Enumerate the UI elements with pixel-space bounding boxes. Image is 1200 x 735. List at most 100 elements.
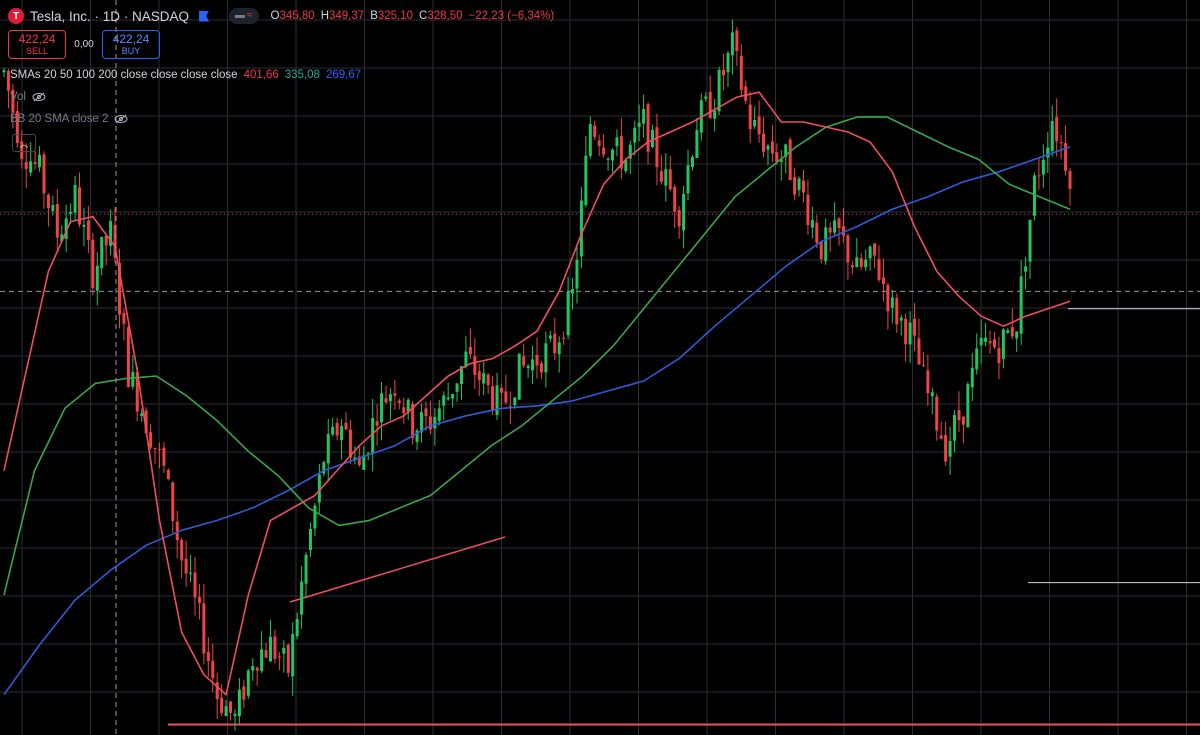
candle-body xyxy=(82,224,86,227)
candle-body xyxy=(984,337,988,342)
candle-body xyxy=(575,259,579,289)
candle-body xyxy=(384,398,388,403)
candle-body xyxy=(255,667,259,671)
candle-body xyxy=(677,209,681,227)
hidden-eye-icon[interactable] xyxy=(114,114,128,124)
candle-body xyxy=(206,651,210,662)
symbol-title[interactable]: Tesla, Inc. · 1D · NASDAQ xyxy=(30,9,189,24)
candle-body xyxy=(726,53,730,73)
candle-body xyxy=(1006,330,1010,333)
legend-header: T Tesla, Inc. · 1D · NASDAQ ▬ ≈ O345,80 H… xyxy=(8,5,554,27)
candle-body xyxy=(189,572,193,574)
candle-body xyxy=(233,714,237,716)
candle-body xyxy=(553,333,557,354)
sma-indicator-legend[interactable]: SMAs 20 50 100 200 close close close clo… xyxy=(10,69,361,81)
candle-body xyxy=(859,258,863,267)
candle-body xyxy=(970,367,974,388)
candle-body xyxy=(579,200,583,257)
candle-body xyxy=(269,636,272,662)
candle-body xyxy=(899,317,903,321)
candle-body xyxy=(246,670,250,696)
flag-icon[interactable] xyxy=(199,10,210,22)
candle-body xyxy=(602,147,606,155)
candle-body xyxy=(766,145,770,150)
candle-body xyxy=(51,205,55,211)
candle-body xyxy=(770,141,774,154)
candle-body xyxy=(282,647,286,654)
candle-body xyxy=(295,618,299,637)
candle-body xyxy=(86,220,90,241)
candle-body xyxy=(331,426,335,435)
candle-body xyxy=(966,383,970,428)
candle-body xyxy=(193,572,197,598)
candle-body xyxy=(153,447,157,449)
chart-mode-toggle[interactable]: ▬ ≈ xyxy=(229,8,259,24)
candle-body xyxy=(730,32,734,56)
sma20-value: 401,66 xyxy=(243,69,279,81)
sma100-line xyxy=(3,146,1071,696)
candle-body xyxy=(428,416,432,430)
candle-body xyxy=(344,422,348,430)
candle-body xyxy=(1055,117,1059,142)
candle-body xyxy=(659,171,663,182)
candle-body xyxy=(251,666,255,671)
candle-body xyxy=(744,86,748,101)
chevron-up-icon: ︿ xyxy=(19,138,29,149)
candle-body xyxy=(708,91,712,118)
candle-body xyxy=(650,130,654,147)
candle-body xyxy=(921,364,925,366)
candle-body xyxy=(646,104,650,152)
candle-body xyxy=(242,686,246,700)
candle-body xyxy=(29,161,33,173)
hidden-eye-icon[interactable] xyxy=(32,92,46,102)
candle-body xyxy=(264,650,268,658)
candle-body xyxy=(197,596,201,603)
candle-body xyxy=(313,505,317,529)
buy-button[interactable]: 422,24 BUY xyxy=(102,30,160,59)
candle-body xyxy=(739,55,743,91)
candle-body xyxy=(810,220,814,228)
trend-line xyxy=(289,536,506,603)
candle-body xyxy=(979,337,983,346)
candle-body xyxy=(451,394,455,399)
candle-body xyxy=(220,697,224,713)
candle-body xyxy=(424,408,428,417)
candle-body xyxy=(873,243,877,256)
collapse-legend-button[interactable]: ︿ xyxy=(12,134,36,152)
price-chart[interactable] xyxy=(0,0,1200,735)
candle-body xyxy=(717,70,721,112)
candle-body xyxy=(33,162,37,164)
candle-body xyxy=(961,416,965,425)
ohlc-values: O345,80 H349,37 B325,10 C328,50 −22,23 (−6,3… xyxy=(271,10,555,22)
candle-body xyxy=(908,322,912,345)
ohlc-item: −22,23 (−6,34%) xyxy=(468,10,555,22)
vol-indicator-legend[interactable]: Vol xyxy=(10,91,46,103)
candle-body xyxy=(819,241,823,259)
candle-body xyxy=(797,178,801,191)
candle-body xyxy=(1010,327,1014,337)
sell-button[interactable]: 422,24 SELL xyxy=(8,30,66,59)
candle-body xyxy=(473,356,477,375)
candle-body xyxy=(1028,219,1032,262)
candle-body xyxy=(1001,329,1005,360)
candle-body xyxy=(388,394,392,402)
candle-body xyxy=(1037,175,1041,177)
candle-body xyxy=(753,120,757,127)
candle-body xyxy=(642,108,646,124)
candle-body xyxy=(566,291,570,336)
candle-body xyxy=(171,482,175,521)
candle-body xyxy=(495,385,499,416)
moving-averages xyxy=(3,91,1071,696)
candle-body xyxy=(686,165,690,194)
candle-body xyxy=(917,338,921,365)
candle-body xyxy=(157,449,161,451)
candle-body xyxy=(606,158,610,160)
candle-body xyxy=(633,127,637,143)
candle-body xyxy=(291,633,295,677)
candle-body xyxy=(992,339,996,348)
candle-body xyxy=(802,180,805,193)
candle-body xyxy=(930,392,934,397)
candle-body xyxy=(668,169,672,190)
bb-indicator-legend[interactable]: BB 20 SMA close 2 xyxy=(10,113,128,125)
candle-body xyxy=(611,149,615,161)
